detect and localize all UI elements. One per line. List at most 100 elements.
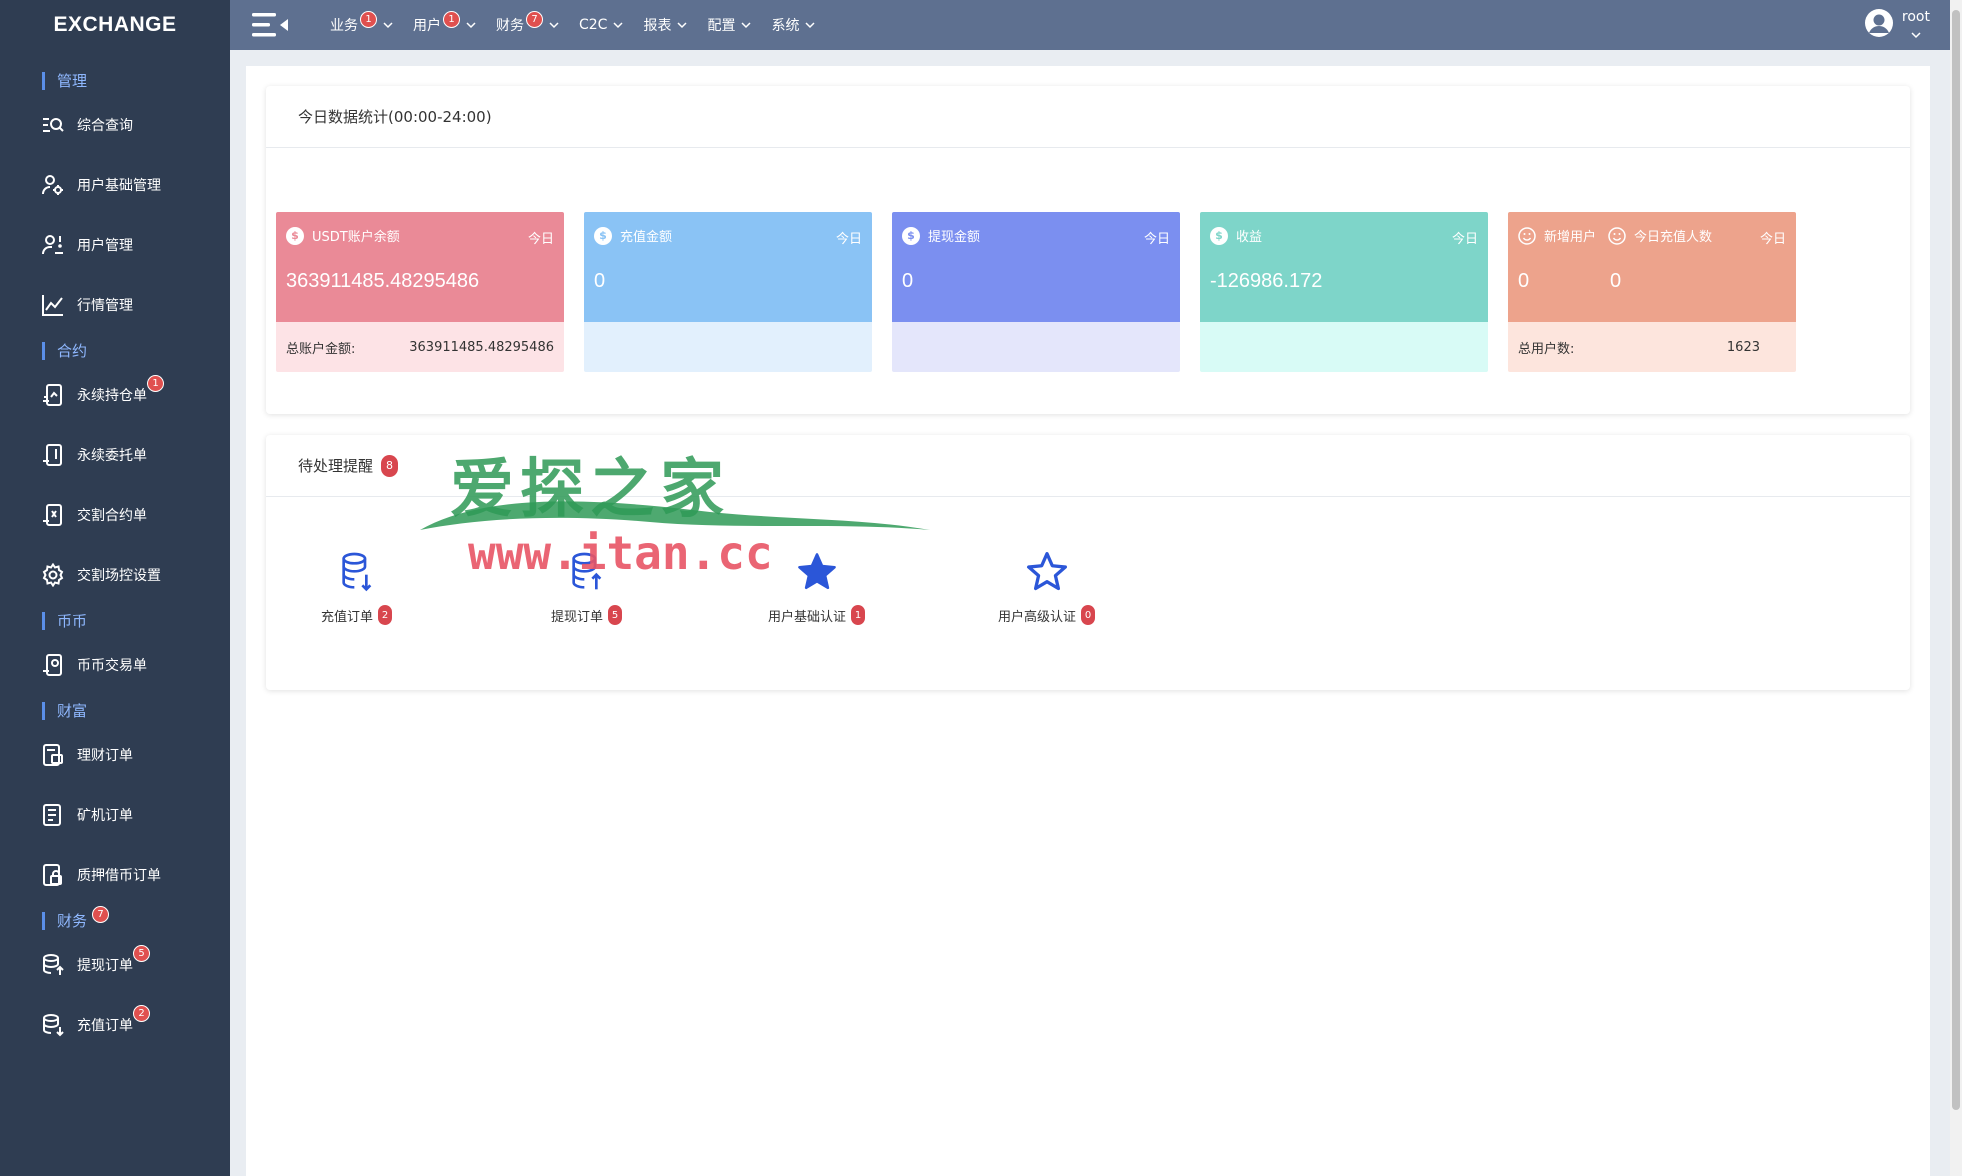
sidebar: EXCHANGE 管理 综合查询 用户基础管理 用户管理 行情管理 合约 永续持… (0, 0, 230, 1176)
stat-value: 0 (902, 270, 914, 292)
stat-title-2: 今日充值人数 (1634, 230, 1713, 245)
user-name: root (1902, 8, 1930, 44)
chevron-down-icon (613, 22, 623, 29)
sidebar-item-label: 永续委托单 (77, 448, 147, 464)
sidebar-item-user-manage[interactable]: 用户管理 (0, 225, 230, 265)
sidebar-item-label: 质押借币订单 (77, 868, 161, 884)
sidebar-item-label: 提现订单 5 (77, 945, 150, 975)
menu-label: 业务 (330, 18, 358, 34)
user-icon (40, 232, 66, 258)
menu-toggle-icon[interactable] (252, 11, 290, 39)
sidebar-item-label: 交割场控设置 (77, 568, 161, 584)
todo-label: 用户高级认证 (997, 609, 1076, 625)
sidebar-item-withdraw-order[interactable]: 提现订单 5 (0, 945, 230, 985)
stat-value-2: 0 (1610, 270, 1622, 292)
dollar-coin-icon: $ (1210, 226, 1228, 245)
lock-document-icon (40, 862, 66, 888)
todo-badge: 2 (377, 604, 393, 626)
topmenu-c2c[interactable]: C2C (579, 17, 623, 33)
stat-bottom-value: 1623 (1726, 339, 1760, 355)
stat-value: 0 (594, 270, 606, 292)
user-menu[interactable]: root (1864, 8, 1930, 44)
stat-value: -126986.172 (1210, 270, 1323, 292)
menu-label: 用户 (413, 18, 441, 34)
topmenu-finance[interactable]: 财务 7 (496, 10, 559, 35)
stat-value: 0 (1518, 270, 1530, 292)
sidebar-item-delivery-order[interactable]: 交割合约单 (0, 495, 230, 535)
sidebar-item-user-basic[interactable]: 用户基础管理 (0, 165, 230, 205)
sidebar-item-label: 行情管理 (77, 298, 133, 314)
dollar-coin-icon: $ (902, 226, 920, 245)
smile-icon (1608, 226, 1626, 245)
sidebar-item-miner-order[interactable]: 矿机订单 (0, 795, 230, 835)
smile-icon (1518, 226, 1536, 245)
sidebar-item-label: 永续持仓单 1 (77, 375, 164, 405)
stat-title: USDT账户余额 (312, 230, 400, 245)
stat-period: 今日 (1759, 232, 1786, 247)
notification-badge: 7 (526, 10, 543, 28)
notification-badge: 2 (133, 1005, 150, 1022)
card-title: 今日数据统计(00:00-24:00) (266, 86, 1910, 148)
main-content: 今日数据统计(00:00-24:00) $ USDT账户余额 今日 3639114… (246, 66, 1930, 1176)
stat-title: 新增用户 (1544, 230, 1597, 245)
stat-card-usdt: $ USDT账户余额 今日 363911485.48295486 总账户金额: 3… (276, 212, 564, 372)
sidebar-item-spot-order[interactable]: 币币交易单 (0, 645, 230, 685)
stat-bottom-value: 363911485.48295486 (409, 339, 554, 355)
todo-badge: 0 (1080, 604, 1096, 626)
scrollbar-thumb[interactable] (1952, 10, 1960, 1110)
stat-card-deposit: $ 充值金额 今日 0 (584, 212, 872, 372)
gear-icon (40, 562, 66, 588)
chevron-down-icon (677, 22, 687, 29)
todo-basic-auth[interactable]: 用户基础认证 1 (747, 550, 887, 626)
sidebar-item-deposit-order[interactable]: 充值订单 2 (0, 1005, 230, 1045)
sidebar-item-delivery-control[interactable]: 交割场控设置 (0, 555, 230, 595)
section-finance: 财务 7 (42, 906, 110, 930)
sidebar-item-perp-position[interactable]: 永续持仓单 1 (0, 375, 230, 415)
sidebar-item-label: 理财订单 (77, 748, 133, 764)
star-outline-icon (977, 550, 1117, 594)
database-download-icon (40, 1012, 66, 1038)
sidebar-item-label: 用户基础管理 (77, 178, 161, 194)
todo-deposit-order[interactable]: 充值订单 2 (287, 550, 427, 626)
database-upload-icon (40, 952, 66, 978)
stat-period: 今日 (1143, 232, 1170, 247)
topmenu-report[interactable]: 报表 (643, 15, 687, 35)
section-wealth: 财富 (42, 702, 87, 720)
avatar-icon (1864, 9, 1893, 37)
topmenu-system[interactable]: 系统 (771, 15, 815, 35)
card-title: 待处理提醒 8 (266, 435, 1910, 497)
notification-badge: 5 (133, 945, 150, 962)
page-scrollbar[interactable] (1950, 0, 1962, 1176)
search-list-icon (40, 112, 66, 138)
dollar-coin-icon: $ (594, 226, 612, 245)
topmenu-business[interactable]: 业务 1 (330, 10, 393, 35)
stat-value: 363911485.48295486 (286, 270, 480, 292)
sidebar-item-loan-order[interactable]: 质押借币订单 (0, 855, 230, 895)
chevron-down-icon (466, 22, 476, 29)
section-coin: 币币 (42, 612, 87, 630)
chevron-down-icon (1911, 32, 1921, 39)
sidebar-item-wealth-order[interactable]: 理财订单 (0, 735, 230, 775)
sidebar-item-label: 综合查询 (77, 118, 133, 134)
sidebar-item-market[interactable]: 行情管理 (0, 285, 230, 325)
section-manage: 管理 (42, 72, 87, 90)
todo-advanced-auth[interactable]: 用户高级认证 0 (977, 550, 1117, 626)
menu-label: 报表 (643, 18, 672, 34)
list-document-icon (40, 802, 66, 828)
topmenu-user[interactable]: 用户 1 (413, 10, 476, 35)
stat-period: 今日 (835, 232, 862, 247)
todo-badge: 5 (607, 604, 623, 626)
topmenu-config[interactable]: 配置 (707, 15, 751, 35)
stat-title: 提现金额 (928, 230, 981, 245)
chevron-down-icon (805, 22, 815, 29)
sidebar-item-perp-order[interactable]: 永续委托单 (0, 435, 230, 475)
todo-label: 充值订单 (320, 609, 373, 625)
sidebar-item-query[interactable]: 综合查询 (0, 105, 230, 145)
sidebar-item-label: 矿机订单 (77, 808, 133, 824)
document-icon (40, 382, 66, 408)
pending-count-badge: 8 (381, 454, 399, 477)
todo-withdraw-order[interactable]: 提现订单 5 (517, 550, 657, 626)
stat-title: 充值金额 (620, 230, 673, 245)
sidebar-item-label: 用户管理 (77, 238, 133, 254)
star-filled-icon (747, 550, 887, 594)
